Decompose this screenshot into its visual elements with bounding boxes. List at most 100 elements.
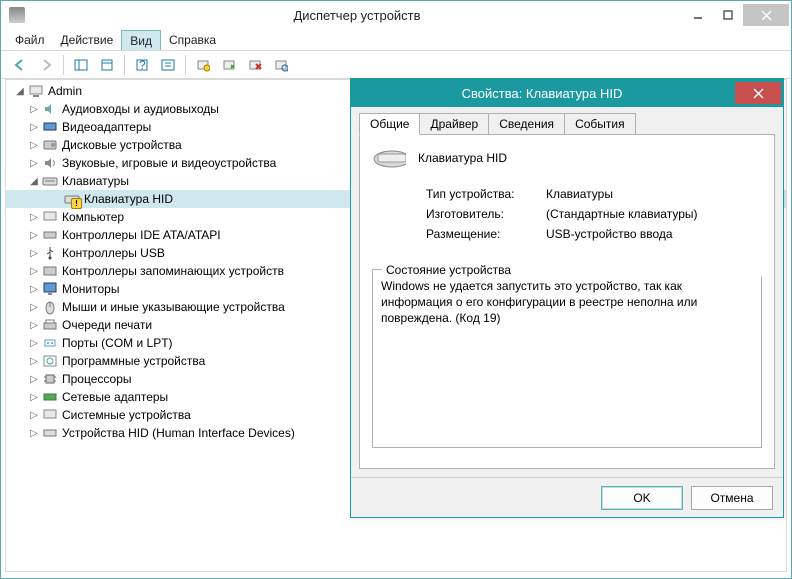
tree-item-label: Звуковые, игровые и видеоустройства [62,156,276,170]
dialog-button-row: OK Отмена [351,477,783,517]
dialog-tabs: Общие Драйвер Сведения События [359,113,775,134]
hid-device-icon [42,425,58,441]
minimize-button[interactable] [683,4,713,26]
video-adapter-icon [42,119,58,135]
tree-item-label: Порты (COM и LPT) [62,336,173,350]
mouse-icon [42,299,58,315]
expand-icon[interactable]: ▷ [28,337,40,349]
maximize-button[interactable] [713,4,743,26]
ide-controller-icon [42,227,58,243]
label-location: Размещение: [426,227,546,241]
tree-item-label: Дисковые устройства [62,138,182,152]
device-name-label: Клавиатура HID [418,151,507,165]
tab-events[interactable]: События [564,113,636,134]
dialog-title: Свойства: Клавиатура HID [351,86,733,101]
expand-icon[interactable]: ▷ [28,319,40,331]
tree-item-label: Контроллеры запоминающих устройств [62,264,284,278]
tree-item-label: Очереди печати [62,318,152,332]
keyboard-warning-icon [64,191,80,207]
collapse-icon[interactable]: ◢ [28,175,40,187]
device-status-textbox[interactable]: Windows не удается запустить это устройс… [372,269,762,448]
device-header: Клавиатура HID [372,147,762,169]
expand-icon[interactable]: ▷ [28,139,40,151]
menu-help[interactable]: Справка [161,29,224,50]
toolbar-separator [124,55,125,75]
expand-icon[interactable]: ▷ [28,157,40,169]
computer-icon [42,209,58,225]
help-button[interactable]: ? [131,54,153,76]
back-button[interactable] [9,54,31,76]
scan-hardware-button[interactable] [270,54,292,76]
enable-device-button[interactable] [218,54,240,76]
value-device-type: Клавиатуры [546,187,762,201]
expand-icon[interactable]: ▷ [28,103,40,115]
expand-icon[interactable]: ▷ [28,355,40,367]
keyboard-icon [42,173,58,189]
expand-icon[interactable]: ▷ [28,409,40,421]
collapse-icon[interactable]: ◢ [14,85,26,97]
tree-item-label: Программные устройства [62,354,205,368]
software-device-icon [42,353,58,369]
sound-icon [42,155,58,171]
tree-item-label: Системные устройства [62,408,191,422]
tab-details[interactable]: Сведения [488,113,565,134]
expand-icon[interactable]: ▷ [28,373,40,385]
tree-item-label: Мыши и иные указывающие устройства [62,300,285,314]
status-group-label: Состояние устройства [382,263,772,277]
tree-item-label: Компьютер [62,210,124,224]
ports-icon [42,335,58,351]
device-property-grid: Тип устройства: Клавиатуры Изготовитель:… [426,187,762,241]
storage-controller-icon [42,263,58,279]
expand-icon[interactable]: ▷ [28,427,40,439]
toolbar-separator [63,55,64,75]
properties-dialog: Свойства: Клавиатура HID Общие Драйвер С… [350,78,784,518]
uninstall-device-button[interactable] [244,54,266,76]
app-icon [9,7,25,23]
show-hide-tree-button[interactable] [70,54,92,76]
tab-panel-general: Клавиатура HID Тип устройства: Клавиатур… [359,134,775,469]
tree-item-label: Видеоадаптеры [62,120,151,134]
label-device-type: Тип устройства: [426,187,546,201]
tree-item-label: Устройства HID (Human Interface Devices) [62,426,295,440]
tab-general[interactable]: Общие [359,113,420,135]
monitor-icon [42,281,58,297]
expand-icon[interactable]: ▷ [28,211,40,223]
expand-icon[interactable]: ▷ [28,283,40,295]
expand-icon[interactable]: ▷ [28,121,40,133]
processor-icon [42,371,58,387]
dialog-titlebar: Свойства: Клавиатура HID [351,79,783,107]
tree-item-label: Процессоры [62,372,132,386]
dialog-close-button[interactable] [735,82,781,104]
tree-item-label: Сетевые адаптеры [62,390,168,404]
value-manufacturer: (Стандартные клавиатуры) [546,207,762,221]
svg-text:?: ? [139,58,146,72]
network-adapter-icon [42,389,58,405]
tree-item-label: Контроллеры IDE ATA/ATAPI [62,228,221,242]
menu-file[interactable]: Файл [7,29,53,50]
tree-item-label: Клавиатуры [62,174,129,188]
expand-icon[interactable]: ▷ [28,301,40,313]
forward-button[interactable] [35,54,57,76]
tab-driver[interactable]: Драйвер [419,113,489,134]
toolbar: ? [1,51,791,79]
update-driver-button[interactable] [192,54,214,76]
cancel-button[interactable]: Отмена [691,486,773,510]
menu-view[interactable]: Вид [121,30,161,50]
tree-item-label: Клавиатура HID [84,192,173,206]
system-device-icon [42,407,58,423]
expand-icon[interactable]: ▷ [28,247,40,259]
expand-icon[interactable]: ▷ [28,229,40,241]
titlebar: Диспетчер устройств [1,1,791,29]
audio-io-icon [42,101,58,117]
close-button[interactable] [743,4,789,26]
action-props-button[interactable] [157,54,179,76]
ok-button[interactable]: OK [601,486,683,510]
tree-item-label: Аудиовходы и аудиовыходы [62,102,219,116]
expand-icon[interactable]: ▷ [28,265,40,277]
properties-button[interactable] [96,54,118,76]
menu-action[interactable]: Действие [53,29,122,50]
tree-item-label: Мониторы [62,282,119,296]
expand-icon[interactable]: ▷ [28,391,40,403]
tree-item-label: Контроллеры USB [62,246,165,260]
keyboard-large-icon [372,147,406,169]
